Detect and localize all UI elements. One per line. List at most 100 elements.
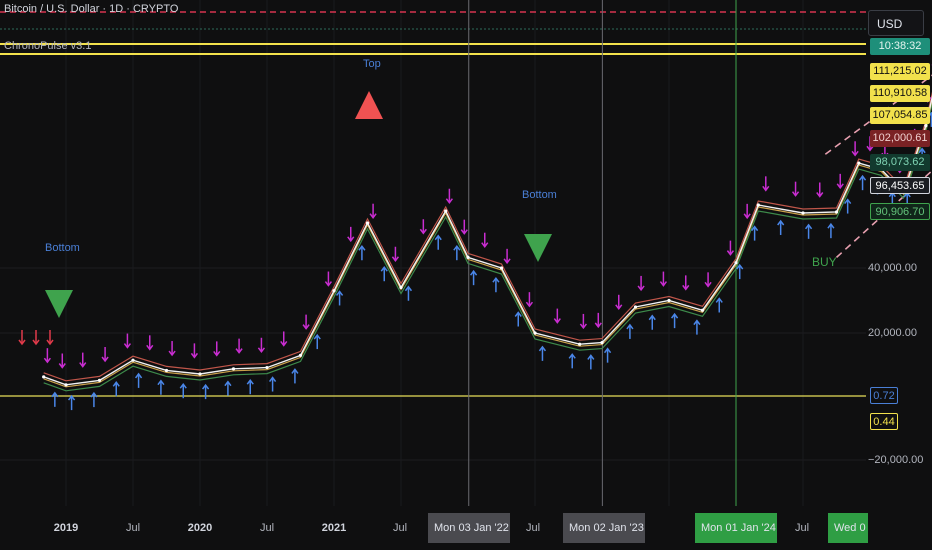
buy-arrow bbox=[134, 372, 143, 388]
sell-arrow bbox=[369, 203, 377, 219]
price-series bbox=[42, 91, 932, 392]
band-mid bbox=[43, 97, 932, 388]
sell-arrow bbox=[43, 348, 51, 364]
sell-arrow bbox=[32, 330, 40, 346]
buy-arrow bbox=[751, 225, 759, 241]
x-tick: Jul bbox=[525, 522, 541, 534]
buy-arrow bbox=[358, 245, 366, 261]
sell-arrow bbox=[503, 248, 511, 265]
buy-arrow bbox=[568, 353, 576, 369]
buy-arrow bbox=[777, 219, 785, 235]
buy-arrow bbox=[736, 263, 744, 280]
buy-arrow bbox=[469, 269, 478, 286]
currency-button[interactable]: USD bbox=[868, 10, 924, 36]
data-point bbox=[857, 161, 861, 165]
buy-arrow bbox=[112, 381, 120, 397]
buy-arrow bbox=[51, 391, 59, 407]
sell-arrow bbox=[46, 330, 54, 346]
sell-arrow bbox=[79, 352, 87, 368]
oscillator-label: 0.72 bbox=[870, 387, 898, 404]
sell-arrow bbox=[347, 226, 355, 243]
price-label: 107,054.85 bbox=[870, 107, 930, 124]
data-point bbox=[734, 261, 738, 265]
data-point bbox=[298, 353, 303, 357]
buy-arrow bbox=[670, 312, 679, 329]
sell-arrow bbox=[791, 181, 800, 197]
buy-arrow bbox=[90, 391, 98, 408]
data-point bbox=[756, 203, 760, 207]
sell-arrow bbox=[851, 141, 859, 157]
data-point bbox=[801, 211, 805, 215]
data-point bbox=[42, 375, 46, 379]
signal-arrows bbox=[18, 64, 932, 411]
data-point bbox=[499, 266, 504, 270]
buy-arrow bbox=[268, 376, 277, 392]
date-highlight-label: Mon 03 Jan '22 bbox=[428, 513, 510, 543]
price-label: 10:38:32 bbox=[870, 38, 930, 55]
data-point bbox=[700, 308, 705, 312]
sell-arrow bbox=[762, 176, 770, 192]
sell-arrow bbox=[836, 173, 844, 190]
bottom-triangle bbox=[524, 234, 552, 262]
bottom-signal-label: Bottom bbox=[45, 242, 80, 254]
data-point bbox=[131, 358, 135, 362]
sell-arrow bbox=[637, 275, 645, 292]
data-point bbox=[667, 298, 671, 303]
buy-arrow bbox=[201, 383, 210, 400]
sell-arrow bbox=[525, 292, 534, 308]
buy-arrow bbox=[224, 380, 232, 396]
sell-arrow bbox=[816, 182, 824, 198]
price-label: 96,453.65 bbox=[870, 177, 930, 194]
data-point bbox=[633, 305, 638, 309]
data-point bbox=[399, 285, 403, 290]
symbol-title[interactable]: Bitcoin / U.S. Dollar · 1D · CRYPTO bbox=[4, 3, 178, 15]
data-point bbox=[600, 341, 604, 345]
buy-arrow bbox=[313, 333, 321, 350]
sell-arrow bbox=[391, 246, 400, 262]
chart-screen: { "header": { "symbol_title": "Bitcoin /… bbox=[0, 0, 932, 550]
buy-arrow bbox=[587, 354, 595, 370]
x-tick: Jul bbox=[392, 522, 408, 534]
price-label: 110,910.58 bbox=[870, 85, 930, 102]
buy-arrow bbox=[246, 378, 254, 395]
series-line bbox=[43, 95, 932, 386]
sell-arrow bbox=[659, 271, 668, 287]
sell-arrow bbox=[302, 314, 310, 330]
buy-arrow bbox=[380, 265, 388, 282]
date-highlight-label: Mon 01 Jan '24 bbox=[695, 513, 777, 543]
bottom-triangle bbox=[45, 290, 73, 318]
data-point bbox=[834, 210, 839, 214]
band-lower bbox=[43, 101, 932, 392]
sell-arrow bbox=[594, 312, 602, 329]
buy-arrow bbox=[626, 323, 634, 339]
price-chart[interactable] bbox=[0, 0, 932, 550]
bottom-signal-label: Bottom bbox=[522, 189, 557, 201]
data-point bbox=[466, 255, 470, 259]
sell-arrow bbox=[235, 338, 243, 354]
buy-arrow bbox=[858, 174, 867, 191]
signal-triangles bbox=[45, 91, 552, 318]
sell-arrow bbox=[18, 330, 26, 346]
top-triangle bbox=[355, 91, 383, 119]
data-point bbox=[164, 368, 169, 373]
price-label: 90,906.70 bbox=[870, 203, 930, 220]
indicator-name[interactable]: ChronoPulse v3.1 bbox=[4, 40, 91, 52]
data-point bbox=[444, 209, 448, 213]
sell-arrow bbox=[682, 275, 690, 291]
buy-arrow bbox=[603, 347, 612, 363]
buy-arrow bbox=[404, 285, 413, 301]
buy-arrow bbox=[804, 223, 813, 239]
sell-arrow bbox=[481, 232, 489, 248]
sell-arrow bbox=[445, 188, 453, 204]
buy-arrow bbox=[453, 244, 461, 261]
sell-arrow bbox=[168, 341, 176, 357]
buy-signal-label: BUY bbox=[812, 255, 837, 269]
data-point bbox=[365, 221, 370, 225]
buy-arrow bbox=[844, 198, 852, 214]
y-tick: −20,000.00 bbox=[868, 454, 924, 466]
sell-arrow bbox=[553, 308, 561, 324]
price-label: 111,215.02 bbox=[870, 63, 930, 80]
buy-arrow bbox=[291, 368, 299, 384]
data-point bbox=[533, 331, 537, 335]
sell-arrow bbox=[579, 313, 587, 330]
